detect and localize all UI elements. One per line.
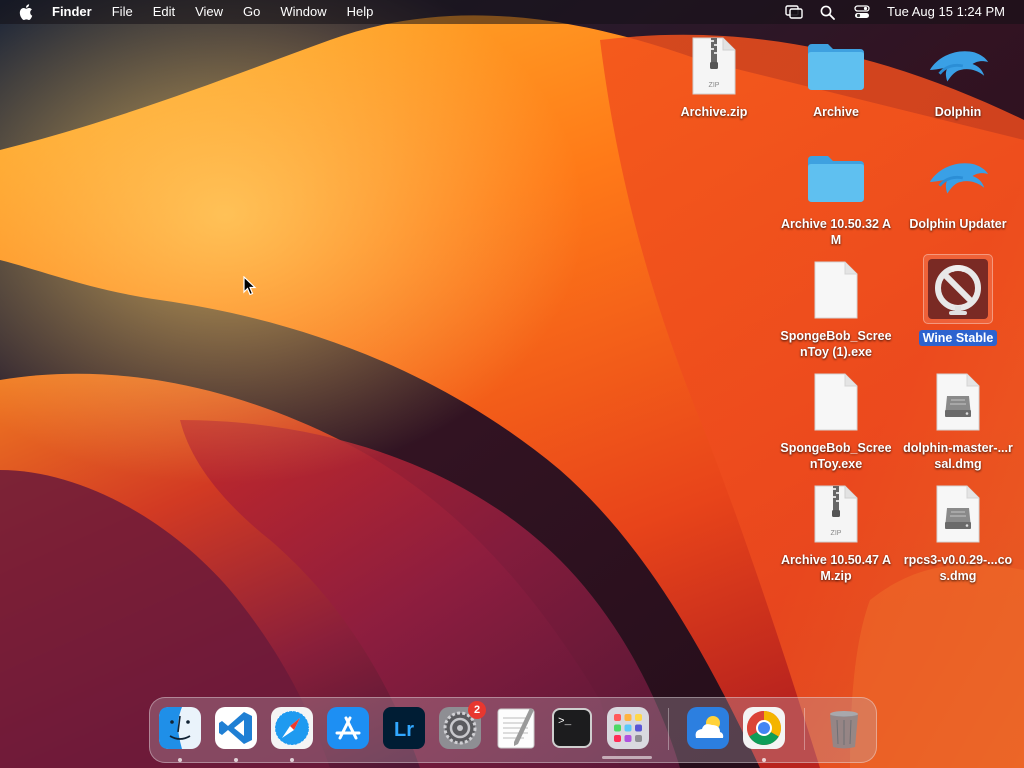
zip-icon: ZIP [682, 34, 746, 98]
desktop-item-label: Archive.zip [680, 105, 748, 119]
zip-icon: ZIP [804, 482, 868, 546]
menu-file[interactable]: File [102, 0, 143, 24]
apple-menu-icon[interactable] [16, 0, 36, 24]
vscode-icon [215, 707, 257, 749]
screen-mirroring-icon[interactable] [777, 0, 811, 24]
menu-help[interactable]: Help [337, 0, 384, 24]
desktop-item-label: Archive [813, 105, 859, 119]
desktop-item-spongebob-exe[interactable]: SpongeBob_ScreenToy.exe [776, 370, 896, 472]
lightroom-text: Lr [394, 719, 414, 741]
desktop-item-archive-10-50-32[interactable]: Archive 10.50.32 AM [776, 146, 896, 248]
desktop-item-dolphin-updater[interactable]: Dolphin Updater [898, 146, 1018, 232]
desktop-item-dolphin-dmg[interactable]: dolphin-master-...rsal.dmg [898, 370, 1018, 472]
app-store-icon [327, 707, 369, 749]
zip-tag-text: ZIP [831, 530, 842, 537]
dock-launchpad[interactable] [606, 706, 650, 750]
dock-scroll-indicator [602, 756, 652, 759]
notification-badge: 2 [468, 701, 486, 719]
folder-icon [804, 146, 868, 210]
desktop-item-label: SpongeBob_ScreenToy.exe [780, 441, 892, 471]
weather-icon [687, 707, 729, 749]
menu-view[interactable]: View [185, 0, 233, 24]
dock-lightroom[interactable]: Lr [382, 706, 426, 750]
dock-system-settings[interactable]: 2 [438, 701, 486, 750]
menu-app-name[interactable]: Finder [42, 0, 102, 24]
zip-tag-text: ZIP [709, 82, 720, 89]
menu-bar: Finder File Edit View Go Window Help Tue… [0, 0, 1024, 24]
dock-weather[interactable] [686, 706, 730, 750]
dock-app-store[interactable] [326, 706, 370, 750]
dock-safari[interactable] [270, 706, 314, 750]
menu-edit[interactable]: Edit [143, 0, 185, 24]
desktop-item-label: Archive 10.50.32 AM [780, 217, 892, 247]
status-area: Tue Aug 15 1:24 PM [777, 0, 1024, 24]
menu-window[interactable]: Window [270, 0, 336, 24]
terminal-icon: >_ [552, 708, 592, 748]
dock-separator [804, 708, 805, 750]
dock-separator [668, 708, 669, 750]
desktop-item-label: Dolphin Updater [909, 217, 1007, 231]
dolphin-icon [926, 146, 990, 210]
desktop-item-label: rpcs3-v0.0.29-...cos.dmg [903, 553, 1013, 583]
lightroom-icon: Lr [383, 707, 425, 749]
dock-finder[interactable] [158, 706, 202, 750]
spotlight-search-icon[interactable] [811, 0, 845, 24]
launchpad-icon [607, 707, 649, 749]
menu-clock[interactable]: Tue Aug 15 1:24 PM [879, 0, 1024, 24]
wine-icon [923, 254, 993, 324]
menu-go[interactable]: Go [233, 0, 270, 24]
chrome-icon [743, 707, 785, 749]
desktop-item-label: Wine Stable [918, 330, 998, 346]
desktop-item-spongebob-1-exe[interactable]: SpongeBob_ScreenToy (1).exe [776, 258, 896, 360]
folder-icon [804, 34, 868, 98]
disk-image-icon [926, 370, 990, 434]
desktop-item-rpcs3-dmg[interactable]: rpcs3-v0.0.29-...cos.dmg [898, 482, 1018, 584]
mouse-pointer-icon [243, 276, 257, 296]
desktop-item-label: SpongeBob_ScreenToy (1).exe [780, 329, 892, 359]
desktop-item-archive-zip[interactable]: ZIP Archive.zip [654, 34, 774, 120]
dock-trash[interactable] [822, 706, 866, 750]
desktop-item-label: Archive 10.50.47 AM.zip [780, 553, 892, 583]
disk-image-icon [926, 482, 990, 546]
dock-terminal[interactable]: >_ [550, 706, 594, 750]
dock-chrome[interactable] [742, 706, 786, 750]
desktop-item-label: dolphin-master-...rsal.dmg [903, 441, 1013, 471]
safari-icon [271, 707, 313, 749]
dock: Lr 2 >_ [149, 697, 877, 763]
control-center-icon[interactable] [845, 0, 879, 24]
desktop-item-wine-stable[interactable]: Wine Stable [898, 254, 1018, 346]
terminal-prompt: >_ [558, 716, 572, 728]
desktop-item-label: Dolphin [934, 105, 982, 119]
dock-textedit[interactable] [494, 706, 538, 750]
dock-vscode[interactable] [214, 706, 258, 750]
dolphin-icon [926, 34, 990, 98]
document-icon [804, 258, 868, 322]
finder-icon [159, 707, 201, 749]
desktop-item-archive-folder[interactable]: Archive [776, 34, 896, 120]
textedit-icon [497, 708, 535, 749]
trash-icon [830, 711, 858, 749]
desktop-item-dolphin[interactable]: Dolphin [898, 34, 1018, 120]
desktop-item-archive-10-50-47-zip[interactable]: ZIP Archive 10.50.47 AM.zip [776, 482, 896, 584]
document-icon [804, 370, 868, 434]
